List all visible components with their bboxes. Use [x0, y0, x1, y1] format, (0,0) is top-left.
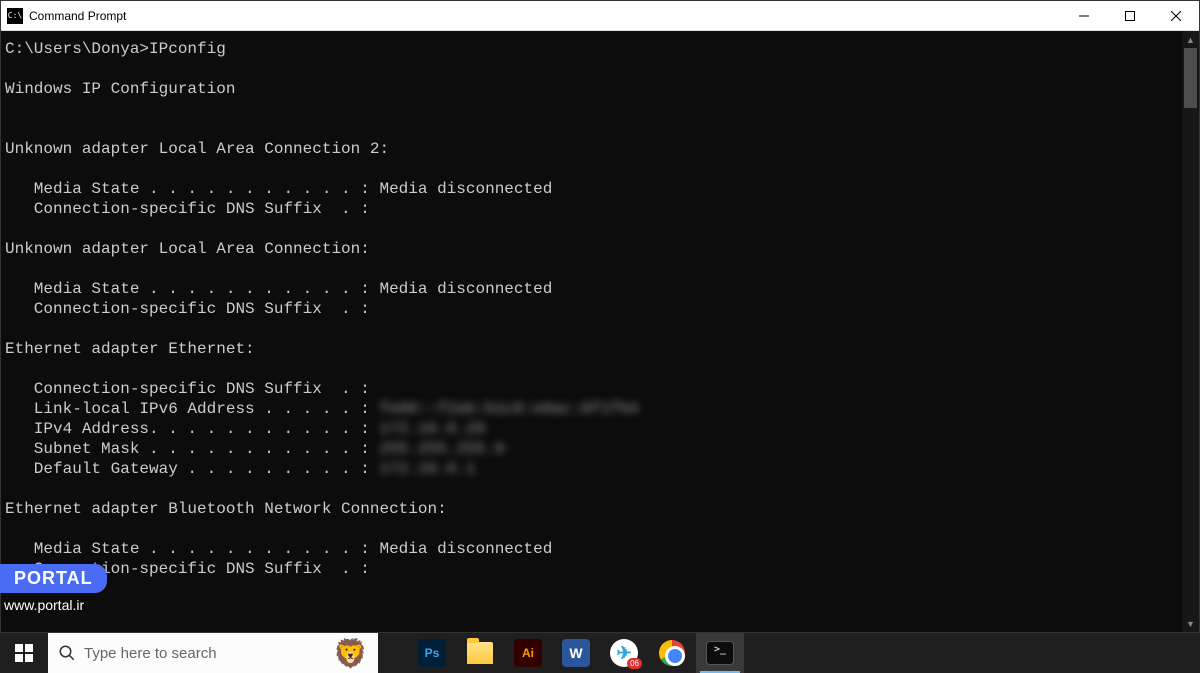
search-placeholder: Type here to search	[84, 645, 325, 662]
start-button[interactable]	[0, 633, 48, 673]
lion-image: 🦁	[333, 637, 368, 670]
taskbar-app-cmd[interactable]: >_	[696, 633, 744, 673]
terminal-area: C:\Users\Donya>IPconfig Windows IP Confi…	[1, 31, 1199, 632]
file-explorer-icon	[467, 642, 493, 664]
taskbar-app-telegram[interactable]: ✈06	[600, 633, 648, 673]
terminal-output[interactable]: C:\Users\Donya>IPconfig Windows IP Confi…	[1, 31, 1182, 632]
taskbar-app-illustrator[interactable]: Ai	[504, 633, 552, 673]
scroll-down-arrow[interactable]: ▼	[1182, 615, 1199, 632]
taskbar-app-chrome[interactable]	[648, 633, 696, 673]
taskbar-app-word[interactable]: W	[552, 633, 600, 673]
telegram-icon: ✈06	[610, 639, 638, 667]
watermark-badge: PORTAL	[0, 564, 107, 593]
chrome-icon	[659, 640, 685, 666]
close-button[interactable]	[1153, 1, 1199, 30]
window-controls	[1061, 1, 1199, 30]
scrollbar[interactable]: ▲ ▼	[1182, 31, 1199, 632]
taskbar-app-explorer[interactable]	[456, 633, 504, 673]
watermark: PORTAL www.portal.ir	[0, 564, 107, 613]
telegram-badge: 06	[627, 658, 642, 669]
watermark-url: www.portal.ir	[0, 597, 107, 613]
cmd-icon: C:\	[7, 8, 23, 24]
taskbar: Type here to search 🦁 Ps Ai W ✈06 >_	[0, 633, 1200, 673]
taskbar-app-photoshop[interactable]: Ps	[408, 633, 456, 673]
scrollbar-thumb[interactable]	[1184, 48, 1197, 108]
command-prompt-window: C:\ Command Prompt C:\Users\Donya>IPconf…	[0, 0, 1200, 633]
photoshop-icon: Ps	[418, 639, 446, 667]
cmd-taskbar-icon: >_	[706, 641, 734, 665]
maximize-button[interactable]	[1107, 1, 1153, 30]
illustrator-icon: Ai	[514, 639, 542, 667]
taskbar-apps: Ps Ai W ✈06 >_	[408, 633, 744, 673]
windows-icon	[15, 644, 33, 662]
titlebar[interactable]: C:\ Command Prompt	[1, 1, 1199, 31]
word-icon: W	[562, 639, 590, 667]
window-title: Command Prompt	[29, 9, 1061, 23]
minimize-button[interactable]	[1061, 1, 1107, 30]
scroll-up-arrow[interactable]: ▲	[1182, 31, 1199, 48]
search-icon	[58, 644, 76, 662]
taskbar-search[interactable]: Type here to search 🦁	[48, 633, 378, 673]
